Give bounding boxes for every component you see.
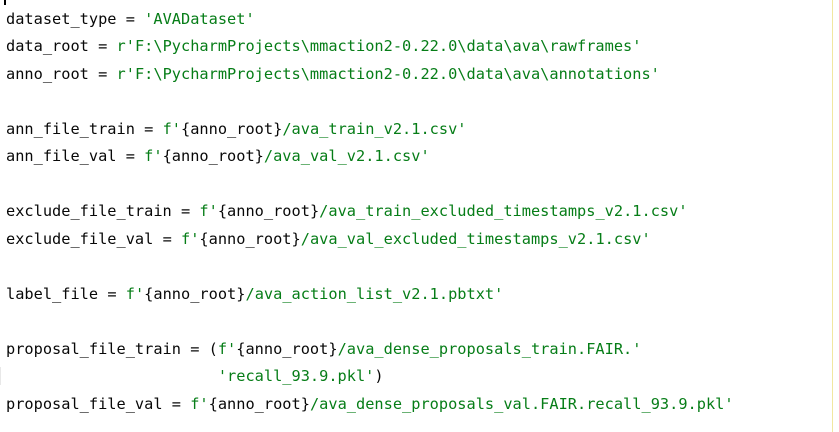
variable-name: exclude_file_train — [6, 202, 172, 220]
operator: = — [116, 147, 145, 165]
variable-name: label_file — [6, 285, 99, 303]
indent-guide — [0, 367, 4, 385]
variable-name: proposal_file_train — [6, 340, 181, 358]
operator: = ( — [180, 340, 218, 358]
variable-name: exclude_file_val — [6, 230, 154, 248]
code-line-data-root[interactable]: data_root = r'F:\PycharmProjects\mmactio… — [6, 35, 641, 57]
code-line-anno-root[interactable]: anno_root = r'F:\PycharmProjects\mmactio… — [6, 63, 660, 85]
close-paren: ) — [374, 367, 384, 385]
string-literal: r'F:\PycharmProjects\mmaction2-0.22.0\da… — [116, 65, 660, 83]
string-literal: r'F:\PycharmProjects\mmaction2-0.22.0\da… — [116, 37, 642, 55]
fstring-interpolation: {anno_root} — [162, 147, 264, 165]
fstring-interpolation: {anno_root} — [208, 395, 310, 413]
operator: = — [171, 202, 200, 220]
variable-name: anno_root — [6, 65, 89, 83]
fstring-prefix: f' — [125, 285, 145, 303]
fstring-interpolation: {anno_root} — [144, 285, 246, 303]
variable-name: ann_file_val — [6, 147, 117, 165]
text-caret — [4, 0, 6, 5]
fstring-suffix: /ava_dense_proposals_val.FAIR.recall_93.… — [309, 395, 734, 413]
operator: = — [88, 37, 117, 55]
code-line-ann-file-train[interactable]: ann_file_train = f'{anno_root}/ava_train… — [6, 118, 467, 140]
code-line-label-file[interactable]: label_file = f'{anno_root}/ava_action_li… — [6, 283, 503, 305]
variable-name: dataset_type — [6, 10, 117, 28]
fstring-prefix: f' — [181, 230, 200, 248]
fstring-interpolation: {anno_root} — [181, 120, 283, 138]
fstring-suffix: /ava_train_excluded_timestamps_v2.1.csv' — [319, 202, 688, 220]
operator: = — [153, 230, 181, 248]
variable-name: ann_file_train — [6, 120, 135, 138]
fstring-prefix: f' — [144, 147, 163, 165]
operator: = — [134, 120, 163, 138]
fstring-suffix: /ava_action_list_v2.1.pbtxt' — [245, 285, 504, 303]
code-line-exclude-file-val[interactable]: exclude_file_val = f'{anno_root}/ava_val… — [6, 228, 651, 250]
code-line-exclude-file-train[interactable]: exclude_file_train = f'{anno_root}/ava_t… — [6, 200, 688, 222]
operator: = — [98, 285, 126, 303]
fstring-prefix: f' — [217, 340, 237, 358]
operator: = — [88, 65, 117, 83]
fstring-suffix: /ava_dense_proposals_train.FAIR.' — [337, 340, 642, 358]
operator: = — [116, 10, 145, 28]
fstring-prefix: f' — [199, 202, 218, 220]
operator: = — [162, 395, 191, 413]
fstring-suffix: /ava_train_v2.1.csv' — [282, 120, 467, 138]
fstring-suffix: /ava_val_v2.1.csv' — [263, 147, 430, 165]
fstring-interpolation: {anno_root} — [236, 340, 338, 358]
fstring-interpolation: {anno_root} — [199, 230, 301, 248]
fstring-interpolation: {anno_root} — [217, 202, 320, 220]
code-line-proposal-continuation[interactable]: 'recall_93.9.pkl') — [6, 365, 384, 387]
code-line-ann-file-val[interactable]: ann_file_val = f'{anno_root}/ava_val_v2.… — [6, 145, 430, 167]
variable-name: data_root — [6, 37, 89, 55]
right-margin-guide — [832, 0, 833, 432]
string-literal: 'recall_93.9.pkl' — [217, 367, 375, 385]
variable-name: proposal_file_val — [6, 395, 163, 413]
code-editor[interactable]: dataset_type = 'AVADataset' data_root = … — [0, 0, 839, 432]
string-literal: 'AVADataset' — [144, 10, 255, 28]
code-line-proposal-file-train[interactable]: proposal_file_train = (f'{anno_root}/ava… — [6, 338, 641, 360]
fstring-prefix: f' — [190, 395, 209, 413]
fstring-prefix: f' — [162, 120, 181, 138]
code-line-dataset-type[interactable]: dataset_type = 'AVADataset' — [6, 8, 255, 30]
fstring-suffix: /ava_val_excluded_timestamps_v2.1.csv' — [300, 230, 651, 248]
code-line-proposal-file-val[interactable]: proposal_file_val = f'{anno_root}/ava_de… — [6, 393, 734, 415]
